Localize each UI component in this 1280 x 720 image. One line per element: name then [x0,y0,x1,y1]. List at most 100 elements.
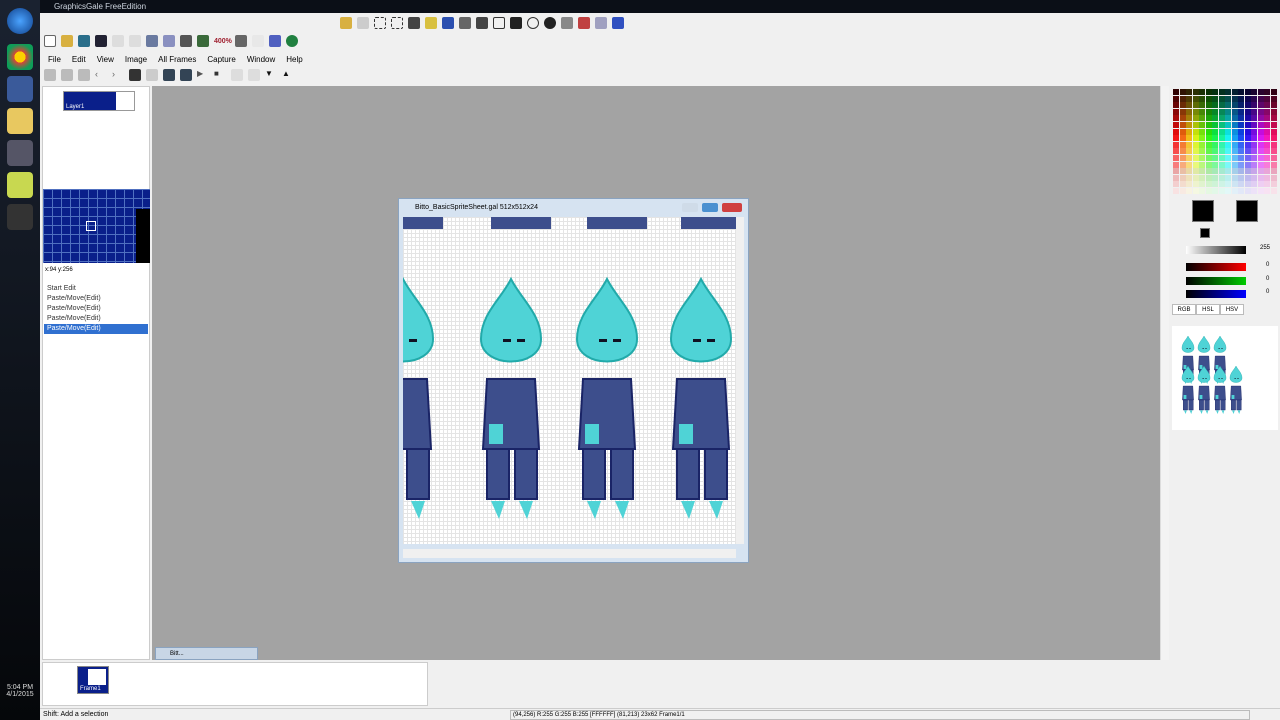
zoom-level[interactable]: 400% [214,38,232,45]
start-button[interactable] [7,8,33,34]
primary-color-swatch[interactable] [1192,200,1214,222]
app-icon[interactable] [7,140,33,166]
windows-taskbar: 5:04 PM 4/1/2015 [0,0,40,720]
green-slider[interactable] [1186,277,1246,285]
new-file-icon[interactable] [44,35,56,47]
image-vscroll[interactable] [736,217,744,544]
pen-tool-icon[interactable] [442,17,454,29]
foreground-color[interactable] [1236,200,1258,222]
ellipse-tool-icon[interactable] [527,17,539,29]
replace-color-icon[interactable] [612,17,624,29]
menu-window[interactable]: Window [243,55,279,64]
alpha-slider[interactable] [1186,246,1246,254]
add-frame-icon[interactable] [44,69,56,81]
left-panel: Layer1 x:94 y:256 Start Edit Paste/Move(E… [42,86,150,660]
layer-thumbnail[interactable]: Layer1 [63,91,135,111]
filled-ellipse-icon[interactable] [544,17,556,29]
move-down-icon[interactable]: ▼ [265,69,277,81]
image-window: Bitto_BasicSpriteSheet.gal 512x512x24 [398,198,749,563]
menu-all-frames[interactable]: All Frames [154,55,200,64]
eyedropper-icon[interactable] [595,17,607,29]
layer-icon[interactable] [146,69,158,81]
clock-date: 4/1/2015 [6,691,34,698]
secondary-color-swatch[interactable] [1200,228,1210,238]
history-item[interactable]: Paste/Move(Edit) [44,294,148,304]
maximize-button[interactable] [701,203,718,213]
close-button[interactable] [722,203,742,213]
lasso-icon[interactable] [408,17,420,29]
prev-frame-icon[interactable]: ‹ [95,69,107,81]
play-icon[interactable]: ▶ [197,69,209,81]
menu-capture[interactable]: Capture [203,55,239,64]
copy-icon[interactable] [163,35,175,47]
cut-icon[interactable] [146,35,158,47]
sprite-frame-2 [479,276,543,519]
onion-icon[interactable] [231,69,243,81]
onion2-icon[interactable] [248,69,260,81]
layer-merge-icon[interactable] [180,69,192,81]
tab-hsv[interactable]: HSV [1220,304,1244,315]
status-info: (94,256) R:255 G:255 B:255 [FFFFFF] (81,… [510,710,1250,720]
menu-edit[interactable]: Edit [68,55,90,64]
app-icon[interactable] [7,204,33,230]
menu-file[interactable]: File [44,55,65,64]
blue-slider[interactable] [1186,290,1246,298]
open-folder-icon[interactable] [61,35,73,47]
text-tool-icon[interactable] [578,17,590,29]
paste-icon[interactable] [180,35,192,47]
history-item[interactable]: Paste/Move(Edit) [44,314,148,324]
line-tool-icon[interactable] [476,17,488,29]
preview-icon[interactable] [78,35,90,47]
chrome-icon[interactable] [7,44,33,70]
workspace-scrollbar[interactable] [1160,86,1169,660]
sprite-canvas[interactable] [403,217,736,544]
copy-frame-icon[interactable] [61,69,73,81]
filled-rect-icon[interactable] [510,17,522,29]
redo-icon[interactable] [129,35,141,47]
crop-icon[interactable] [268,35,281,47]
tab-rgb[interactable]: RGB [1172,304,1196,315]
stop-icon[interactable]: ■ [214,69,226,81]
brush-icon[interactable] [459,17,471,29]
history-item[interactable]: Paste/Move(Edit) [44,324,148,334]
fill-tool-icon[interactable] [561,17,573,29]
alpha-value: 255 [1260,245,1271,251]
sprite-feet-row [681,217,736,229]
undo-icon[interactable] [112,35,124,47]
select-icon[interactable] [391,17,403,29]
history-item[interactable]: Start Edit [44,284,148,294]
navigator-preview[interactable] [43,189,150,263]
transparent-icon[interactable] [251,35,264,47]
grid-icon[interactable] [234,35,247,47]
move-up-icon[interactable]: ▲ [282,69,294,81]
menu-view[interactable]: View [93,55,118,64]
graphicsgale-icon[interactable] [7,76,33,102]
menu-image[interactable]: Image [121,55,151,64]
status-bar: Shift: Add a selection (94,256) R:255 G:… [40,708,1280,720]
next-frame-icon[interactable]: › [112,69,124,81]
history-item[interactable]: Paste/Move(Edit) [44,304,148,314]
plugin-icon[interactable] [285,35,298,47]
delete-frame-icon[interactable] [78,69,90,81]
frame-thumbnail[interactable]: Frame1 [77,666,109,694]
menu-help[interactable]: Help [282,55,306,64]
minimized-image-window[interactable]: Bitt... [155,647,258,660]
color-palette[interactable] [1173,89,1277,195]
notes-icon[interactable] [7,172,33,198]
folder-icon[interactable] [7,108,33,134]
tab-hsl[interactable]: HSL [1196,304,1220,315]
zoom-tool-icon[interactable] [340,17,352,29]
select-rect-icon[interactable] [374,17,386,29]
layer-copy-icon[interactable] [163,69,175,81]
red-slider[interactable] [1186,263,1246,271]
sprite-frame-4 [669,276,733,519]
paste-new-icon[interactable] [197,35,209,47]
magic-wand-icon[interactable] [425,17,437,29]
frame-props-icon[interactable] [129,69,141,81]
rect-tool-icon[interactable] [493,17,505,29]
minimize-button[interactable] [681,203,698,213]
hand-tool-icon[interactable] [357,17,369,29]
minimized-window-title: Bitt... [170,651,184,657]
save-icon[interactable] [95,35,107,47]
image-hscroll[interactable] [403,549,736,558]
